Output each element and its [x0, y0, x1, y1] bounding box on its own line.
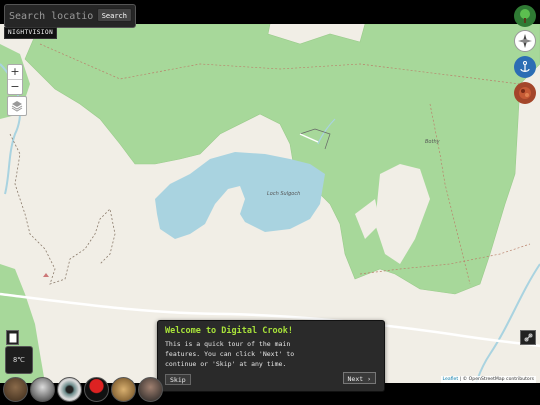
temperature-widget[interactable]: 8℃ [5, 346, 33, 374]
nightvision-toggle[interactable]: NIGHTVISION [4, 27, 58, 39]
wolf-avatar[interactable] [30, 377, 55, 402]
anchor-button[interactable] [514, 56, 536, 78]
map-attribution: Leaflet | © OpenStreetMap contributors [440, 376, 536, 383]
next-button[interactable]: Next › [342, 372, 376, 384]
layers-icon [11, 101, 23, 112]
search-button[interactable]: Search [96, 8, 132, 22]
link-button[interactable] [520, 330, 536, 345]
mushroom-avatar[interactable] [84, 377, 109, 402]
link-icon [524, 333, 532, 342]
compass-rose-avatar[interactable] [111, 377, 136, 402]
person-avatar[interactable] [138, 377, 163, 402]
skip-button[interactable]: Skip [165, 374, 191, 385]
hill-marker [43, 273, 49, 277]
trail [9, 133, 116, 285]
layers-button[interactable] [7, 96, 27, 116]
notes-button[interactable] [6, 330, 19, 345]
osm-attribution: | © OpenStreetMap contributors [458, 377, 534, 382]
terrain-icon [519, 87, 531, 99]
tour-body: This is a quick tour of the main feature… [165, 340, 295, 368]
search-bar: Search [4, 4, 136, 28]
tree-button[interactable] [514, 5, 536, 27]
lake-label: Loch Sulgoch [267, 191, 301, 197]
search-input[interactable] [9, 8, 93, 24]
anchor-icon [520, 61, 530, 72]
zoom-in-button[interactable]: + [8, 65, 22, 79]
tour-title: Welcome to Digital Crook! [165, 326, 293, 336]
compass-icon [518, 34, 532, 48]
zoom-out-button[interactable]: − [8, 79, 22, 94]
terrain-button[interactable] [514, 82, 536, 104]
compass-button[interactable] [514, 30, 536, 52]
leaflet-link[interactable]: Leaflet [443, 377, 459, 382]
tour-dialog: Welcome to Digital Crook! This is a quic… [157, 320, 385, 392]
eye-avatar[interactable] [57, 377, 82, 402]
tree-icon [520, 9, 530, 23]
river [475, 263, 540, 383]
building-label: Bothy [425, 139, 440, 145]
zoom-control: + − [7, 64, 23, 95]
document-icon [9, 333, 16, 342]
character-bar [3, 377, 163, 402]
walker-avatar[interactable] [3, 377, 28, 402]
